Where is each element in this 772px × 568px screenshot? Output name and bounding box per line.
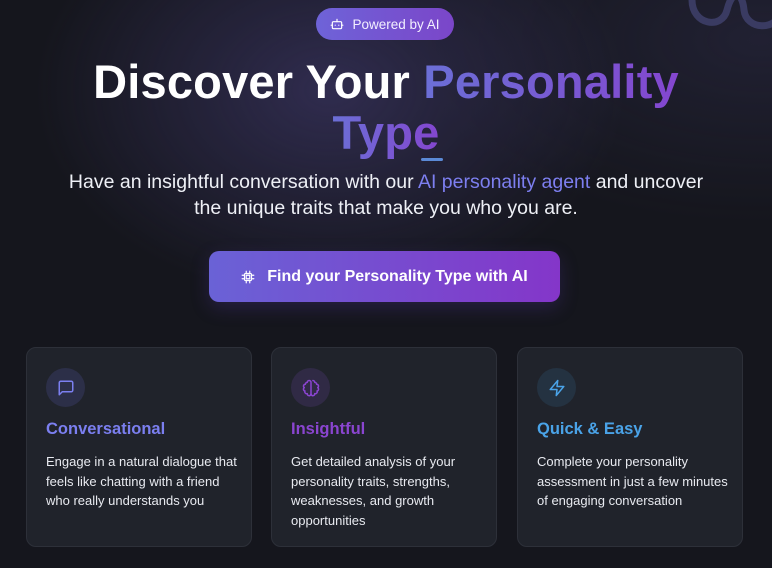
hero-subtitle: Have an insightful conversation with our… <box>60 169 712 221</box>
feature-card-insightful: Insightful Get detailed analysis of your… <box>271 347 497 547</box>
title-accent-type: Type <box>332 106 440 159</box>
feature-title: Quick & Easy <box>537 420 643 438</box>
feature-icon-wrap <box>291 368 330 407</box>
title-plain: Discover Your <box>93 55 424 108</box>
bot-icon <box>331 18 344 30</box>
badge-label: Powered by AI <box>352 16 440 32</box>
message-square-icon <box>58 380 73 395</box>
title-underline <box>421 158 443 161</box>
feature-icon-wrap <box>537 368 576 407</box>
zap-icon <box>549 379 564 396</box>
find-personality-button[interactable]: Find your Personality Type with AI <box>209 251 560 302</box>
feature-icon-wrap <box>46 368 85 407</box>
decorative-swirl <box>688 0 772 30</box>
subtitle-accent: AI personality agent <box>417 171 591 193</box>
feature-card-conversational: Conversational Engage in a natural dialo… <box>26 347 252 547</box>
cta-label: Find your Personality Type with AI <box>267 267 528 285</box>
page-title: Discover Your Personality Type <box>0 56 772 158</box>
powered-by-ai-badge: Powered by AI <box>316 8 454 40</box>
feature-description: Get detailed analysis of your personalit… <box>291 454 456 528</box>
feature-card-quick-easy: Quick & Easy Complete your personality a… <box>517 347 743 547</box>
feature-title: Insightful <box>291 420 366 438</box>
chip-icon <box>241 270 255 283</box>
brain-icon <box>302 379 319 396</box>
feature-title: Conversational <box>46 420 166 438</box>
title-accent-personality: Personality <box>423 55 679 108</box>
feature-description: Complete your personality assessment in … <box>537 454 728 508</box>
subtitle-text-pre: Have an insightful conversation with our <box>68 171 418 193</box>
feature-description: Engage in a natural dialogue that feels … <box>46 454 237 508</box>
